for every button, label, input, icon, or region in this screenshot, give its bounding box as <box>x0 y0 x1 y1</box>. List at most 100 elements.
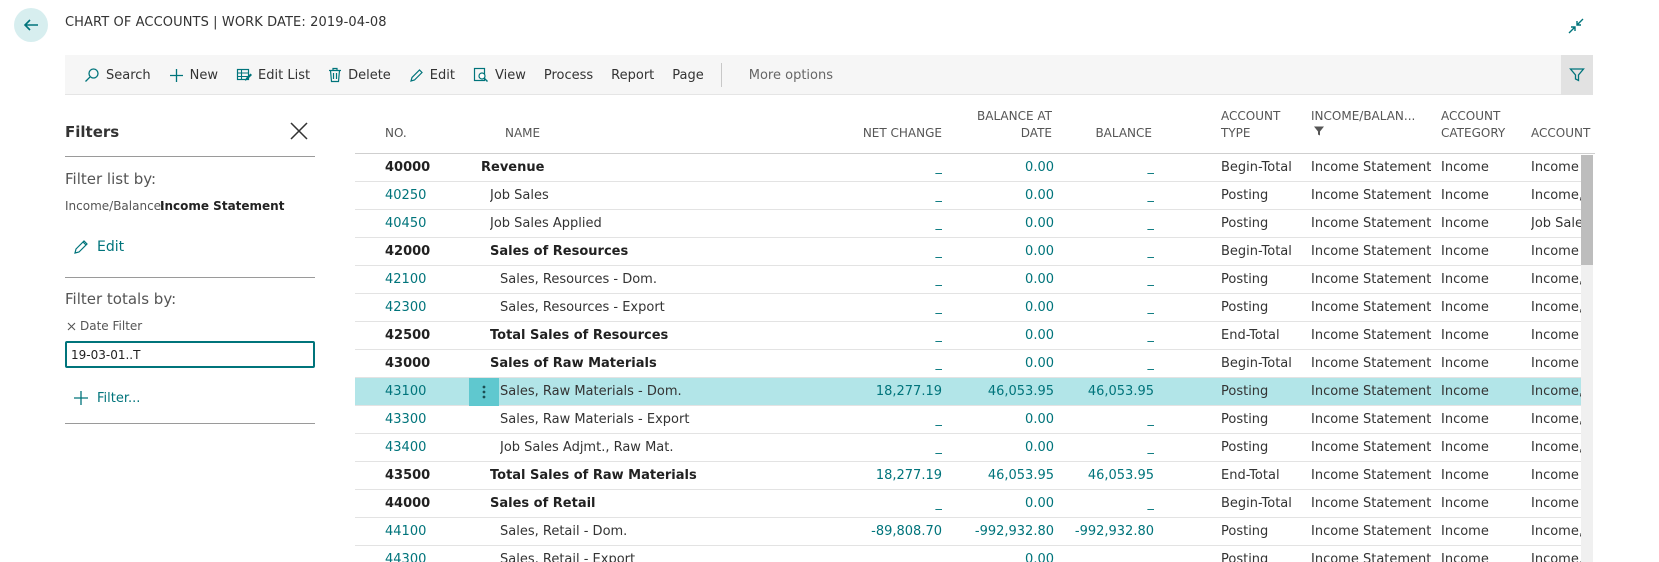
balance-at-date-cell[interactable]: 0.00 <box>955 322 1054 350</box>
table-row[interactable]: 42300 Sales, Resources - Export _ 0.00 _ Post… <box>355 294 1583 322</box>
table-row[interactable]: 40250 Job Sales _ 0.00 _ Posting Income Statem… <box>355 182 1583 210</box>
net-change-cell[interactable]: 18,277.19 <box>735 378 942 406</box>
table-row[interactable]: 43500 Total Sales of Raw Materials 18,277.… <box>355 462 1581 490</box>
balance-at-date-cell[interactable]: 46,053.95 <box>955 462 1054 490</box>
balance-cell[interactable]: _ <box>1055 182 1155 210</box>
balance-at-date-cell[interactable]: 46,053.95 <box>955 378 1054 406</box>
table-row[interactable]: 44300 Sales, Retail - Export _ 0.00 _ Posting… <box>355 546 1583 562</box>
action-delete[interactable]: Delete <box>319 55 400 95</box>
table-row[interactable]: 42000 Sales of Resources _ 0.00 _ Begin-Total… <box>355 238 1581 266</box>
balance-cell[interactable]: _ <box>1055 546 1155 562</box>
edit-filter-button[interactable]: Edit <box>73 239 124 255</box>
action-view[interactable]: View <box>464 55 535 95</box>
balance-at-date-cell[interactable]: 0.00 <box>955 294 1054 322</box>
account-no-cell[interactable]: 42300 <box>385 294 475 322</box>
net-change-cell[interactable]: _ <box>735 490 943 518</box>
balance-at-date-cell[interactable]: 0.00 <box>955 266 1054 294</box>
account-no-cell[interactable]: 40450 <box>385 210 475 238</box>
balance-at-date-cell[interactable]: -992,932.80 <box>955 518 1054 546</box>
balance-at-date-cell[interactable]: 0.00 <box>955 406 1054 434</box>
table-row[interactable]: 43100 Sales, Raw Materials - Dom. 18,277.1… <box>355 378 1583 406</box>
col-header-net-change[interactable]: NET CHANGE <box>785 125 942 142</box>
account-no-cell[interactable]: 40000 <box>385 154 475 182</box>
net-change-cell[interactable]: _ <box>735 238 943 266</box>
balance-at-date-cell[interactable]: 0.00 <box>955 182 1054 210</box>
balance-at-date-cell[interactable]: 0.00 <box>955 434 1054 462</box>
table-row[interactable]: 40000 Revenue _ 0.00 _ Begin-Total Income Stat… <box>355 154 1581 182</box>
balance-cell[interactable]: _ <box>1055 294 1155 322</box>
col-header-balance-at-date[interactable]: BALANCE AT DATE <box>932 108 1052 142</box>
action-report[interactable]: Report <box>602 55 663 95</box>
balance-at-date-cell[interactable]: 0.00 <box>955 238 1054 266</box>
col-header-income-balance[interactable]: INCOME/BALAN... <box>1311 108 1415 142</box>
col-header-name[interactable]: NAME <box>505 125 540 142</box>
net-change-cell[interactable]: _ <box>735 182 943 210</box>
vertical-scrollbar[interactable] <box>1581 155 1593 562</box>
action-search[interactable]: Search <box>75 55 160 95</box>
account-no-cell[interactable]: 42100 <box>385 266 475 294</box>
net-change-cell[interactable]: 18,277.19 <box>735 462 942 490</box>
date-filter-input[interactable] <box>65 341 315 368</box>
balance-cell[interactable]: _ <box>1055 154 1155 182</box>
table-row[interactable]: 44100 Sales, Retail - Dom. -89,808.70 -992,… <box>355 518 1583 546</box>
net-change-cell[interactable]: _ <box>735 406 943 434</box>
net-change-cell[interactable]: _ <box>735 294 943 322</box>
account-no-cell[interactable]: 43300 <box>385 406 475 434</box>
table-row[interactable]: 43300 Sales, Raw Materials - Export _ 0.00 _… <box>355 406 1583 434</box>
col-header-account-type[interactable]: ACCOUNT TYPE <box>1221 108 1280 142</box>
remove-filter-icon[interactable] <box>67 322 76 331</box>
balance-cell[interactable]: _ <box>1055 350 1155 378</box>
row-menu-icon[interactable] <box>469 378 499 406</box>
table-row[interactable]: 40450 Job Sales Applied _ 0.00 _ Posting Incom… <box>355 210 1583 238</box>
more-options-button[interactable]: More options <box>740 55 842 95</box>
net-change-cell[interactable]: _ <box>735 154 943 182</box>
net-change-cell[interactable]: _ <box>735 546 943 562</box>
balance-at-date-cell[interactable]: 0.00 <box>955 154 1054 182</box>
account-no-cell[interactable]: 42000 <box>385 238 475 266</box>
filter-pane-toggle[interactable] <box>1561 55 1593 95</box>
balance-cell[interactable]: 46,053.95 <box>1055 378 1154 406</box>
net-change-cell[interactable]: _ <box>735 210 943 238</box>
col-header-account-subcategory[interactable]: ACCOUNT <box>1531 125 1590 142</box>
balance-cell[interactable]: _ <box>1055 266 1155 294</box>
balance-cell[interactable]: 46,053.95 <box>1055 462 1154 490</box>
balance-at-date-cell[interactable]: 0.00 <box>955 350 1054 378</box>
account-no-cell[interactable]: 44100 <box>385 518 475 546</box>
col-header-balance[interactable]: BALANCE <box>1055 125 1152 142</box>
action-new[interactable]: New <box>160 55 227 95</box>
balance-cell[interactable]: _ <box>1055 210 1155 238</box>
account-no-cell[interactable]: 43400 <box>385 434 475 462</box>
balance-at-date-cell[interactable]: 0.00 <box>955 210 1054 238</box>
table-row[interactable]: 42500 Total Sales of Resources _ 0.00 _ End-T… <box>355 322 1581 350</box>
action-process[interactable]: Process <box>535 55 602 95</box>
balance-at-date-cell[interactable]: 0.00 <box>955 490 1054 518</box>
balance-cell[interactable]: _ <box>1055 434 1155 462</box>
action-edit-list[interactable]: Edit List <box>227 55 319 95</box>
balance-cell[interactable]: _ <box>1055 406 1155 434</box>
net-change-cell[interactable]: _ <box>735 266 943 294</box>
collapse-icon[interactable] <box>1566 16 1586 36</box>
balance-cell[interactable]: _ <box>1055 490 1155 518</box>
table-row[interactable]: 43400 Job Sales Adjmt., Raw Mat. _ 0.00 _ Pos… <box>355 434 1583 462</box>
account-no-cell[interactable]: 40250 <box>385 182 475 210</box>
account-no-cell[interactable]: 44300 <box>385 546 475 562</box>
balance-cell[interactable]: -992,932.80 <box>1055 518 1154 546</box>
col-header-account-category[interactable]: ACCOUNT CATEGORY <box>1441 108 1505 142</box>
back-button[interactable] <box>14 8 48 42</box>
scrollbar-thumb[interactable] <box>1581 155 1593 265</box>
net-change-cell[interactable]: _ <box>735 322 943 350</box>
table-row[interactable]: 43000 Sales of Raw Materials _ 0.00 _ Begin-T… <box>355 350 1581 378</box>
add-filter-button[interactable]: Filter... <box>73 390 140 406</box>
net-change-cell[interactable]: _ <box>735 434 943 462</box>
close-icon[interactable] <box>287 119 311 143</box>
account-no-cell[interactable]: 43100 <box>385 378 475 406</box>
balance-cell[interactable]: _ <box>1055 238 1155 266</box>
account-no-cell[interactable]: 44000 <box>385 490 475 518</box>
action-edit[interactable]: Edit <box>400 55 464 95</box>
balance-cell[interactable]: _ <box>1055 322 1155 350</box>
filter-field-value[interactable]: Income Statement <box>160 199 284 213</box>
col-header-no[interactable]: NO. <box>385 125 407 142</box>
net-change-cell[interactable]: _ <box>735 350 943 378</box>
account-no-cell[interactable]: 43000 <box>385 350 475 378</box>
table-row[interactable]: 44000 Sales of Retail _ 0.00 _ Begin-Total Inc… <box>355 490 1581 518</box>
